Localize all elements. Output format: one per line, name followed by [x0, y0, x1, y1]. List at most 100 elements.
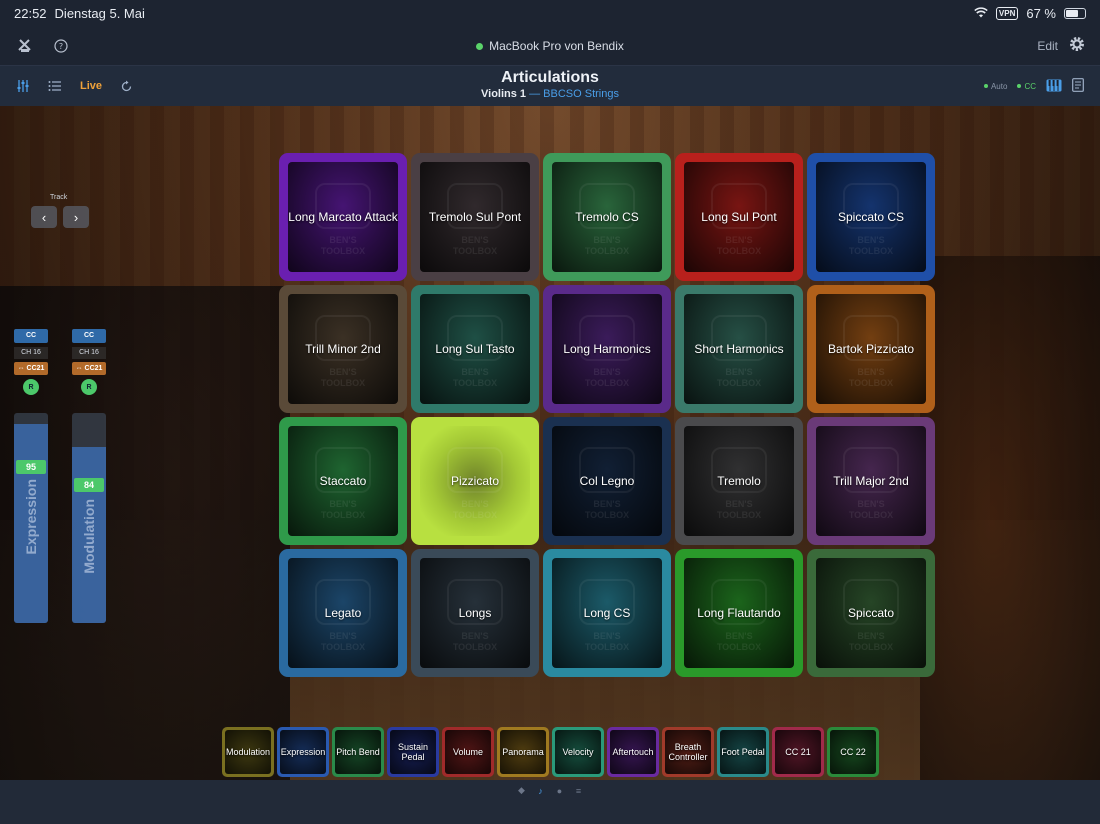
articulation-pad[interactable]: BEN'S TOOLBOX Pizzicato	[411, 417, 539, 545]
tools-icon[interactable]	[14, 35, 36, 57]
cc-indicator: CC	[1017, 82, 1036, 91]
articulation-pad[interactable]: BEN'S TOOLBOX Longs	[411, 549, 539, 677]
vpn-badge: VPN	[995, 6, 1019, 20]
reset-button[interactable]: R	[23, 379, 39, 395]
pad-label: Long CS	[583, 606, 631, 620]
page-dot-circle-icon[interactable]: ●	[555, 786, 564, 796]
articulation-pad[interactable]: BEN'S TOOLBOX Tremolo Sul Pont	[411, 153, 539, 281]
sheet-icon[interactable]	[1072, 78, 1084, 94]
controller-label: Volume	[452, 747, 484, 757]
controller-button[interactable]: Volume	[442, 727, 494, 777]
wifi-icon	[974, 6, 988, 21]
pad-label: Legato	[324, 606, 362, 620]
controller-strip: Modulation Expression Pitch Bend Sustain Pe…	[222, 727, 879, 777]
articulation-pad[interactable]: BEN'S TOOLBOX Long Sul Tasto	[411, 285, 539, 413]
cc-tag: CC	[14, 329, 48, 343]
track-next-button[interactable]: ›	[63, 206, 89, 228]
controller-button[interactable]: Panorama	[497, 727, 549, 777]
track-nav: ‹ ›	[31, 206, 89, 228]
controller-label: Breath Controller	[668, 742, 708, 762]
articulation-pad[interactable]: BEN'S TOOLBOX Spiccato CS	[807, 153, 935, 281]
controller-button[interactable]: Breath Controller	[662, 727, 714, 777]
midi-channel: CH 16	[72, 347, 106, 359]
articulation-pad[interactable]: BEN'S TOOLBOX Trill Major 2nd	[807, 417, 935, 545]
pad-label: Long Sul Pont	[701, 210, 777, 224]
list-icon[interactable]	[48, 80, 62, 92]
controller-label: Expression	[280, 747, 326, 757]
controller-button[interactable]: Expression	[277, 727, 329, 777]
controller-button[interactable]: Foot Pedal	[717, 727, 769, 777]
top-bar: ? MacBook Pro von Bendix Edit	[0, 26, 1100, 66]
midi-channel: CH 16	[14, 347, 48, 359]
pad-label: Long Flautando	[697, 606, 781, 620]
instrument-name: BBCSO Strings	[543, 88, 619, 100]
track-prev-button[interactable]: ‹	[31, 206, 57, 228]
articulation-grid: BEN'S TOOLBOX Long Marcato Attack BEN'S TOOL…	[279, 153, 935, 677]
controller-button[interactable]: CC 22	[827, 727, 879, 777]
articulation-pad[interactable]: BEN'S TOOLBOX Long Flautando	[675, 549, 803, 677]
controller-label: CC 22	[840, 747, 866, 757]
articulation-pad[interactable]: BEN'S TOOLBOX Legato	[279, 549, 407, 677]
slider-value: 84	[74, 478, 104, 492]
pad-label: Trill Minor 2nd	[305, 342, 381, 356]
pad-label: Short Harmonics	[694, 342, 784, 356]
help-icon[interactable]: ?	[50, 35, 72, 57]
cc-number[interactable]: ⇔ CC21	[72, 362, 106, 375]
controller-label: Foot Pedal	[721, 747, 765, 757]
articulation-pad[interactable]: BEN'S TOOLBOX Spiccato	[807, 549, 935, 677]
live-button[interactable]: Live	[80, 80, 102, 92]
controller-label: Pitch Bend	[336, 747, 380, 757]
pad-label: Tremolo Sul Pont	[428, 210, 522, 224]
refresh-icon[interactable]	[120, 80, 133, 93]
page-dot-note-icon[interactable]: ♪	[536, 786, 545, 796]
controller-button[interactable]: Pitch Bend	[332, 727, 384, 777]
controller-label: Velocity	[562, 747, 594, 757]
articulation-pad[interactable]: BEN'S TOOLBOX Tremolo	[675, 417, 803, 545]
status-date: Dienstag 5. Mai	[54, 5, 145, 21]
pad-label: Spiccato CS	[837, 210, 905, 224]
pad-label: Col Legno	[579, 474, 635, 488]
articulation-pad[interactable]: BEN'S TOOLBOX Staccato	[279, 417, 407, 545]
articulation-pad[interactable]: BEN'S TOOLBOX Tremolo CS	[543, 153, 671, 281]
articulation-pad[interactable]: BEN'S TOOLBOX Long Sul Pont	[675, 153, 803, 281]
reset-button[interactable]: R	[81, 379, 97, 395]
mixer-sliders-icon[interactable]	[16, 79, 30, 93]
pad-label: Long Harmonics	[563, 342, 651, 356]
articulation-pad[interactable]: BEN'S TOOLBOX Bartok Pizzicato	[807, 285, 935, 413]
controller-button[interactable]: Sustain Pedal	[387, 727, 439, 777]
articulation-pad[interactable]: BEN'S TOOLBOX Col Legno	[543, 417, 671, 545]
track-subtitle: Violins 1 — BBCSO Strings	[0, 88, 1100, 100]
subtitle-separator: —	[529, 88, 541, 100]
articulation-pad[interactable]: BEN'S TOOLBOX Long Marcato Attack	[279, 153, 407, 281]
articulation-pad[interactable]: BEN'S TOOLBOX Short Harmonics	[675, 285, 803, 413]
articulation-pad[interactable]: BEN'S TOOLBOX Long CS	[543, 549, 671, 677]
svg-text:?: ?	[59, 42, 63, 51]
controller-button[interactable]: Aftertouch	[607, 727, 659, 777]
status-bar: 22:52 Dienstag 5. Mai VPN 67 %	[0, 0, 1100, 26]
track-name: Violins 1	[481, 88, 527, 100]
articulation-pad[interactable]: BEN'S TOOLBOX Long Harmonics	[543, 285, 671, 413]
chevron-left-icon: ‹	[41, 209, 47, 225]
articulation-pad[interactable]: BEN'S TOOLBOX Trill Minor 2nd	[279, 285, 407, 413]
controller-label: CC 21	[785, 747, 811, 757]
cc-tag: CC	[72, 329, 106, 343]
controller-button[interactable]: CC 21	[772, 727, 824, 777]
cc-number[interactable]: ⇔ CC21	[14, 362, 48, 375]
page-dot-diamond-icon[interactable]: ◆	[517, 785, 526, 795]
page-title: Articulations	[501, 69, 599, 86]
keyboard-icon[interactable]	[1046, 79, 1062, 94]
track-nav-label: Track	[50, 194, 68, 201]
connection-name: MacBook Pro von Bendix	[489, 38, 624, 53]
expression-slider[interactable]: CC CH 16 ⇔ CC21 R 95 Expression	[14, 329, 48, 623]
slider-label: Expression	[23, 479, 39, 555]
gear-icon[interactable]	[1068, 35, 1086, 56]
controller-button[interactable]: Velocity	[552, 727, 604, 777]
slider-value: 95	[16, 460, 46, 474]
controller-button[interactable]: Modulation	[222, 727, 274, 777]
edit-button[interactable]: Edit	[1037, 39, 1058, 53]
connection-dot-icon	[476, 42, 484, 50]
modulation-slider[interactable]: CC CH 16 ⇔ CC21 R 84 Modulation	[72, 329, 106, 623]
pad-label: Longs	[458, 606, 492, 620]
chevron-right-icon: ›	[73, 209, 79, 225]
page-dot-list-icon[interactable]: ≡	[574, 786, 583, 796]
